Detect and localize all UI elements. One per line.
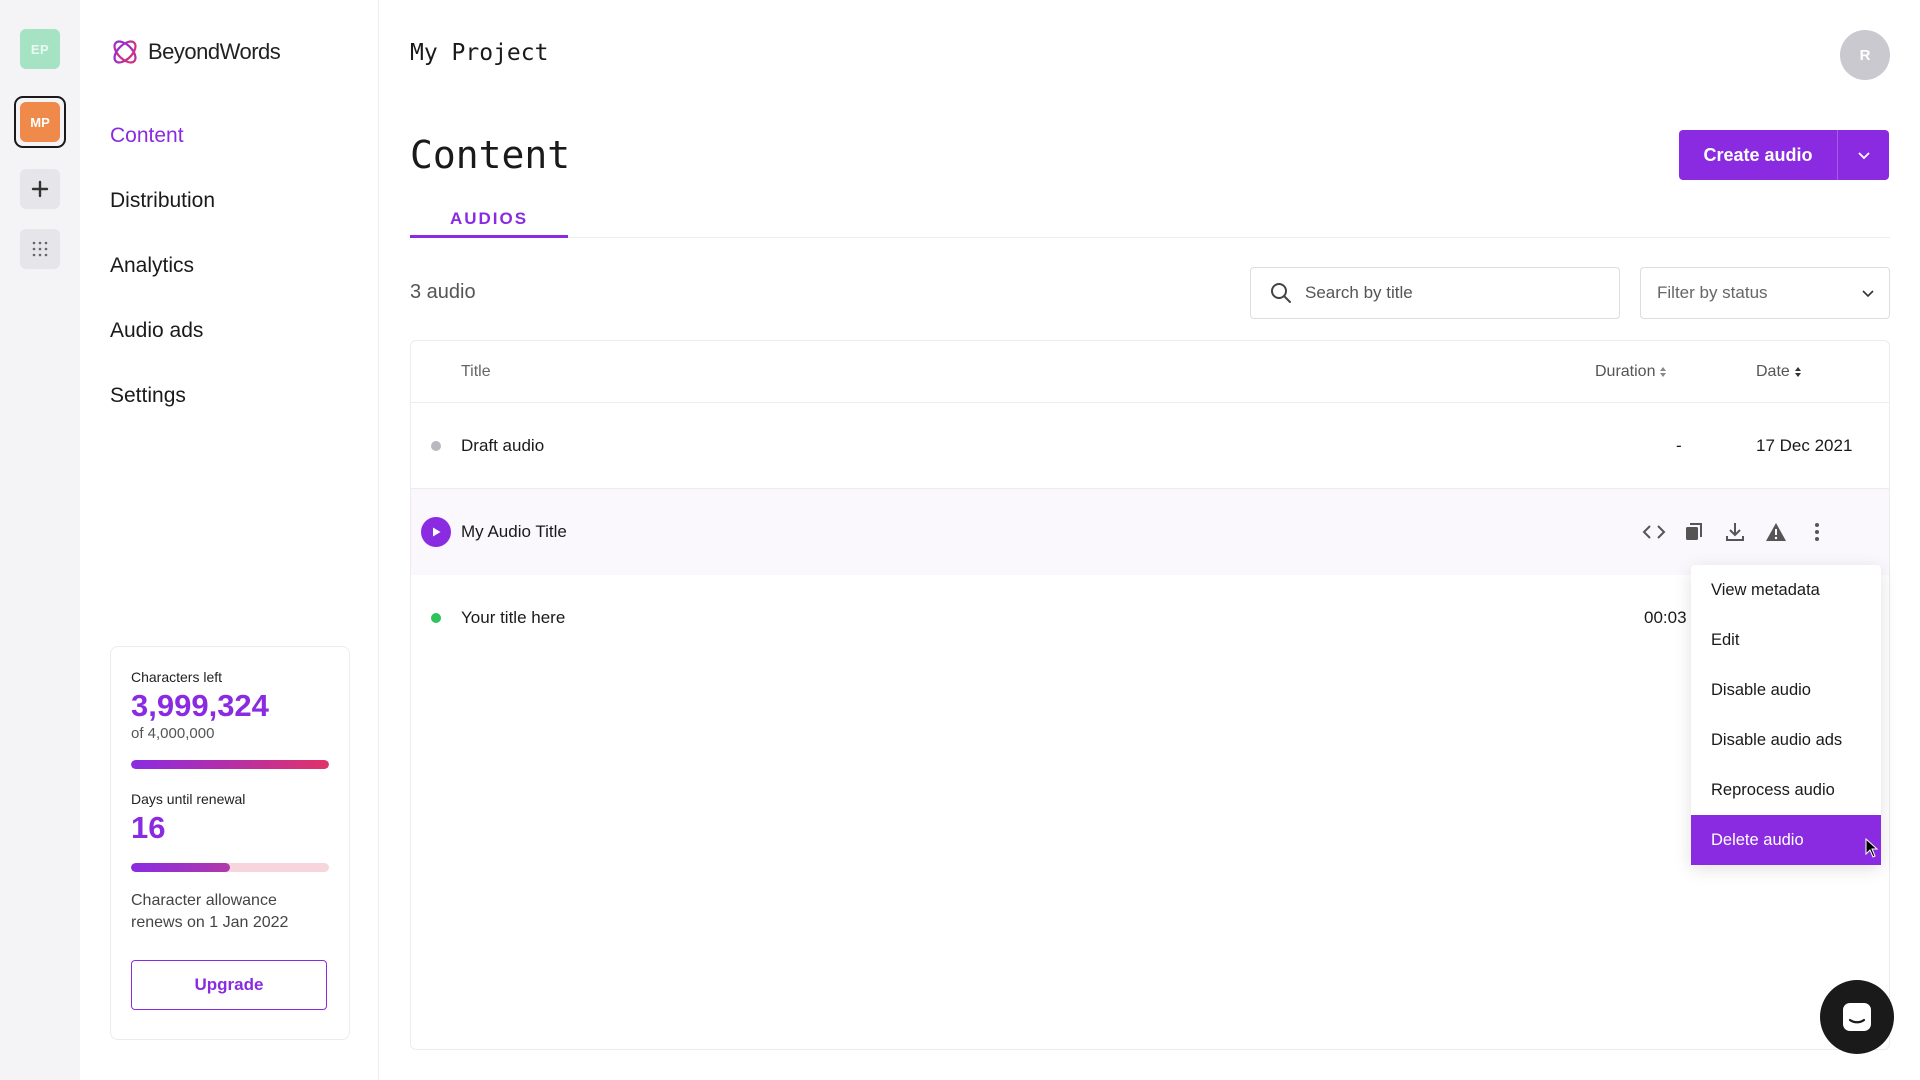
embed-code-button[interactable]: [1641, 519, 1667, 545]
brand-logo[interactable]: BeyondWords: [110, 37, 281, 67]
days-renewal-value: 16: [131, 810, 166, 845]
tab-audios[interactable]: AUDIOS: [410, 200, 568, 238]
nav-item-analytics[interactable]: Analytics: [110, 248, 215, 313]
days-progress-bar: [131, 863, 329, 872]
nav-item-settings[interactable]: Settings: [110, 378, 215, 443]
chevron-down-icon: [1862, 290, 1874, 298]
menu-item-reprocess-audio[interactable]: Reprocess audio: [1691, 765, 1881, 815]
create-audio-button[interactable]: Create audio: [1679, 130, 1837, 180]
column-date[interactable]: Date: [1756, 363, 1802, 381]
status-dot-processed: [431, 613, 441, 623]
characters-total: of 4,000,000: [131, 725, 215, 742]
row-actions-menu: View metadata Edit Disable audio Disable…: [1691, 565, 1881, 865]
usage-card: Characters left 3,999,324 of 4,000,000 D…: [110, 646, 350, 1040]
workspace-ep[interactable]: EP: [20, 29, 60, 69]
code-icon: [1642, 525, 1666, 539]
row-date: 17 Dec 2021: [1756, 436, 1853, 455]
audio-count: 3 audio: [410, 281, 476, 303]
download-button[interactable]: [1722, 519, 1748, 545]
status-filter-select[interactable]: Filter by status: [1640, 267, 1890, 319]
chat-launcher-button[interactable]: [1820, 980, 1894, 1054]
menu-item-view-metadata[interactable]: View metadata: [1691, 565, 1881, 615]
column-duration[interactable]: Duration: [1595, 363, 1667, 381]
main-nav: Content Distribution Analytics Audio ads…: [110, 118, 215, 443]
play-icon: [433, 527, 441, 537]
nav-item-audio-ads[interactable]: Audio ads: [110, 313, 215, 378]
characters-left-label: Characters left: [131, 669, 223, 685]
row-title[interactable]: My Audio Title: [461, 522, 567, 542]
main-content: My Project R Content Create audio AUDIOS…: [410, 0, 1890, 1080]
column-title: Title: [461, 363, 491, 380]
add-workspace-button[interactable]: [20, 169, 60, 209]
search-input[interactable]: [1305, 283, 1595, 303]
search-box: [1250, 267, 1620, 319]
characters-left-value: 3,999,324: [131, 688, 269, 723]
characters-progress-fill: [131, 760, 329, 769]
days-progress-fill: [131, 863, 230, 872]
menu-item-disable-audio-ads[interactable]: Disable audio ads: [1691, 715, 1881, 765]
table-row[interactable]: My Audio Title: [411, 489, 1889, 575]
more-vertical-icon: [1815, 523, 1819, 541]
row-duration: 00:03: [1644, 608, 1687, 627]
workspace-rail: EP MP: [0, 0, 80, 1080]
status-filter-placeholder: Filter by status: [1657, 283, 1768, 302]
sort-icon: [1794, 367, 1801, 377]
apps-grid-button[interactable]: [20, 229, 60, 269]
row-duration: -: [1676, 436, 1682, 455]
beyondwords-logo-icon: [113, 40, 137, 64]
user-avatar[interactable]: R: [1840, 30, 1890, 80]
workspace-mp-badge: MP: [20, 102, 60, 142]
nav-item-content[interactable]: Content: [110, 118, 215, 183]
row-title[interactable]: Draft audio: [461, 436, 544, 456]
grid-icon: [32, 241, 48, 257]
row-title[interactable]: Your title here: [461, 608, 565, 628]
upgrade-button[interactable]: Upgrade: [131, 960, 327, 1010]
sort-icon: [1660, 367, 1667, 377]
search-icon: [1271, 283, 1291, 303]
mouse-cursor-icon: [1865, 838, 1879, 858]
chat-icon: [1843, 1003, 1871, 1031]
table-header: Title Duration Date: [411, 341, 1889, 403]
project-name: My Project: [410, 40, 549, 66]
workspace-mp[interactable]: MP: [14, 96, 66, 148]
characters-progress-bar: [131, 760, 329, 769]
menu-item-edit[interactable]: Edit: [1691, 615, 1881, 665]
table-row[interactable]: Your title here 00:03: [411, 575, 1889, 661]
renewal-note: Character allowance renews on 1 Jan 2022: [131, 892, 289, 931]
days-renewal-label: Days until renewal: [131, 791, 246, 807]
menu-item-disable-audio[interactable]: Disable audio: [1691, 665, 1881, 715]
more-actions-button[interactable]: [1804, 519, 1830, 545]
status-dot-draft: [431, 441, 441, 451]
sidebar: BeyondWords Content Distribution Analyti…: [80, 0, 379, 1080]
play-button[interactable]: [421, 517, 451, 547]
audio-table: Title Duration Date Draft audio - 17 Dec…: [410, 340, 1890, 1050]
chevron-down-icon: [1857, 152, 1870, 160]
nav-item-distribution[interactable]: Distribution: [110, 183, 215, 248]
table-row[interactable]: Draft audio - 17 Dec 2021: [411, 403, 1889, 489]
download-icon: [1726, 523, 1744, 541]
create-audio-dropdown[interactable]: [1837, 130, 1889, 180]
plus-icon: [31, 180, 49, 198]
brand-name: BeyondWords: [148, 39, 281, 64]
menu-item-delete-audio[interactable]: Delete audio: [1691, 815, 1881, 865]
page-title: Content: [410, 133, 571, 177]
copy-icon: [1686, 523, 1702, 540]
create-audio-group: Create audio: [1679, 130, 1889, 180]
copy-button[interactable]: [1681, 519, 1707, 545]
report-issue-button[interactable]: [1763, 519, 1789, 545]
tab-bar: AUDIOS: [410, 200, 1890, 238]
warning-icon: [1766, 523, 1786, 541]
